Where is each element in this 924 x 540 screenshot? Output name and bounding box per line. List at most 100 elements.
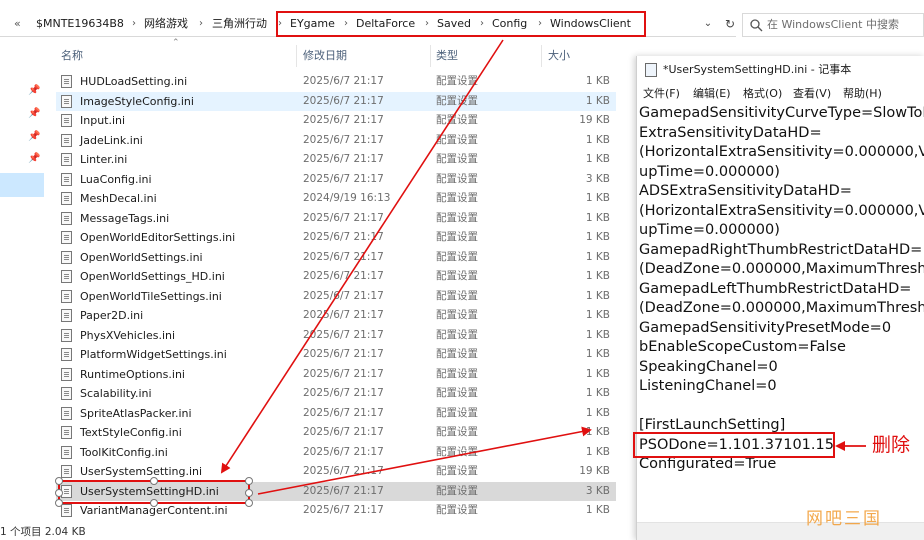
file-type: 配置设置	[436, 231, 478, 243]
file-name: TextStyleConfig.ini	[80, 426, 182, 439]
chevron-down-icon[interactable]: ⌄	[700, 15, 716, 33]
ini-file-icon	[61, 133, 72, 147]
file-row[interactable]: Paper2D.ini 2025/6/7 21:17 配置设置 1 KB	[56, 306, 616, 326]
column-divider[interactable]	[541, 45, 542, 67]
file-size: 1 KB	[585, 94, 610, 107]
text-line: bEnableScopeCustom=False	[639, 339, 846, 355]
file-row[interactable]: JadeLink.ini 2025/6/7 21:17 配置设置 1 KB	[56, 131, 616, 151]
notepad-text-area[interactable]: GamepadSensitivityCurveType=SlowToFast Ex…	[639, 104, 924, 524]
file-row[interactable]: ImageStyleConfig.ini 2025/6/7 21:17 配置设置 1 …	[56, 91, 616, 111]
file-row[interactable]: Linter.ini 2025/6/7 21:17 配置设置 1 KB	[56, 150, 616, 170]
file-row[interactable]: SpriteAtlasPacker.ini 2025/6/7 21:17 配置设置 1…	[56, 404, 616, 424]
file-row[interactable]: OpenWorldTileSettings.ini 2025/6/7 21:17 配…	[56, 287, 616, 307]
column-divider[interactable]	[430, 45, 431, 67]
ini-file-icon	[61, 231, 72, 244]
notepad-titlebar[interactable]: *UserSystemSettingHD.ini - 记事本	[637, 56, 924, 84]
menu-view[interactable]: 查看(V)	[793, 84, 831, 104]
resize-handle	[55, 489, 63, 497]
pin-icon[interactable]: 📌	[28, 131, 40, 142]
column-header-size[interactable]: 大小	[548, 47, 570, 65]
file-type: 配置设置	[436, 328, 478, 341]
file-row[interactable]: UserSystemSetting.ini 2025/6/7 21:17 配置设置 1…	[56, 462, 616, 482]
file-name: UserSystemSetting.ini	[80, 465, 203, 478]
file-date: 2025/6/7 21:17	[303, 328, 384, 341]
file-list[interactable]: HUDLoadSetting.ini 2025/6/7 21:17 配置设置 1 KB…	[56, 72, 636, 522]
column-divider[interactable]	[296, 45, 297, 67]
breadcrumb-item[interactable]: $MNTE19634B8	[36, 12, 124, 36]
ini-file-icon	[61, 367, 72, 381]
chevron-right-icon: ›	[199, 18, 203, 29]
pin-icon[interactable]: 📌	[28, 85, 40, 96]
file-row[interactable]: MessageTags.ini 2025/6/7 21:17 配置设置 1 KB	[56, 209, 616, 229]
file-row[interactable]: OpenWorldEditorSettings.ini 2025/6/7 21:1…	[56, 228, 616, 248]
file-row[interactable]: TextStyleConfig.ini 2025/6/7 21:17 配置设置 1 K…	[56, 423, 616, 443]
chevron-back-icon[interactable]: «	[14, 12, 21, 36]
sort-ascending-icon: ⌃	[172, 38, 180, 48]
text-line: GamepadLeftThumbRestrictDataHD=	[639, 280, 912, 297]
file-date: 2025/6/7 21:17	[303, 172, 384, 185]
file-type: 配置设置	[436, 250, 478, 263]
text-line: ADSExtraSensitivityDataHD=	[639, 183, 852, 199]
file-date: 2025/6/7 21:17	[303, 406, 384, 419]
file-row[interactable]: Input.ini 2025/6/7 21:17 配置设置 19 KB	[56, 111, 616, 131]
menu-format[interactable]: 格式(O)	[743, 84, 782, 104]
file-size: 1 KB	[585, 504, 610, 516]
text-line: GamepadSensitivityCurveType=SlowToFast	[639, 105, 924, 121]
file-type: 配置设置	[436, 133, 478, 146]
file-row[interactable]: ToolKitConfig.ini 2025/6/7 21:17 配置设置 1 KB	[56, 443, 616, 463]
file-name: OpenWorldSettings.ini	[80, 250, 203, 264]
status-bar: 1 个项目 2.04 KB	[0, 526, 86, 538]
file-type: 配置设置	[436, 75, 478, 87]
column-header-type[interactable]: 类型	[436, 47, 458, 65]
file-size: 1 KB	[585, 250, 610, 263]
menu-edit[interactable]: 编辑(E)	[693, 84, 731, 104]
menu-file[interactable]: 文件(F)	[643, 84, 680, 104]
file-row[interactable]: LuaConfig.ini 2025/6/7 21:17 配置设置 3 KB	[56, 170, 616, 190]
file-name: ToolKitConfig.ini	[80, 445, 168, 459]
search-input[interactable]: 在 WindowsClient 中搜索	[742, 13, 924, 37]
breadcrumb-item[interactable]: 网络游戏	[144, 12, 188, 36]
file-type: 配置设置	[436, 348, 478, 360]
pin-icon[interactable]: 📌	[28, 153, 40, 164]
file-row[interactable]: Scalability.ini 2025/6/7 21:17 配置设置 1 KB	[56, 384, 616, 404]
file-name: Scalability.ini	[80, 387, 152, 400]
refresh-icon[interactable]: ↻	[722, 15, 738, 33]
ini-file-icon	[61, 211, 72, 225]
notepad-window[interactable]: *UserSystemSettingHD.ini - 记事本 文件(F) 编辑(…	[636, 56, 924, 540]
breadcrumb-item[interactable]: 三角洲行动	[212, 12, 267, 36]
column-header-date[interactable]: 修改日期	[303, 47, 347, 65]
ini-file-icon	[61, 309, 72, 322]
file-size: 3 KB	[585, 484, 610, 497]
ini-file-icon	[61, 387, 72, 400]
file-row[interactable]: HUDLoadSetting.ini 2025/6/7 21:17 配置设置 1 KB	[56, 72, 616, 92]
nav-item-selected[interactable]	[0, 173, 44, 197]
file-name: RuntimeOptions.ini	[80, 367, 185, 381]
file-type: 配置设置	[436, 114, 478, 126]
file-name: PlatformWidgetSettings.ini	[80, 348, 227, 361]
file-size: 1 KB	[585, 133, 610, 146]
file-size: 1 KB	[585, 75, 610, 87]
file-row[interactable]: PlatformWidgetSettings.ini 2025/6/7 21:17…	[56, 345, 616, 365]
file-size: 1 KB	[585, 231, 610, 243]
column-header-name[interactable]: 名称	[61, 47, 83, 65]
file-size: 1 KB	[585, 309, 610, 321]
file-name: Linter.ini	[80, 153, 128, 166]
pso-line-highlight-box	[633, 432, 835, 458]
file-row[interactable]: MeshDecal.ini 2024/9/19 16:13 配置设置 1 KB	[56, 189, 616, 209]
menu-help[interactable]: 帮助(H)	[843, 84, 882, 104]
pin-icon[interactable]: 📌	[28, 108, 40, 119]
text-line: (DeadZone=0.000000,MaximumThreshold=1.00…	[639, 261, 924, 277]
file-row[interactable]: RuntimeOptions.ini 2025/6/7 21:17 配置设置 1 KB	[56, 365, 616, 385]
file-row[interactable]: OpenWorldSettings_HD.ini 2025/6/7 21:17 配置…	[56, 267, 616, 287]
file-type: 配置设置	[436, 270, 478, 282]
file-type: 配置设置	[436, 192, 478, 204]
file-type: 配置设置	[436, 94, 478, 107]
address-bar-area: « $MNTE19634B8 › 网络游戏 › 三角洲行动 › EYgame ›…	[0, 0, 924, 52]
file-date: 2025/6/7 21:17	[303, 465, 384, 477]
file-size: 1 KB	[585, 328, 610, 341]
file-type: 配置设置	[436, 367, 478, 380]
file-row[interactable]: PhysXVehicles.ini 2025/6/7 21:17 配置设置 1 KB	[56, 326, 616, 346]
ini-file-icon	[61, 114, 72, 127]
ini-file-icon	[61, 94, 72, 108]
file-row[interactable]: OpenWorldSettings.ini 2025/6/7 21:17 配置设置 1…	[56, 248, 616, 268]
